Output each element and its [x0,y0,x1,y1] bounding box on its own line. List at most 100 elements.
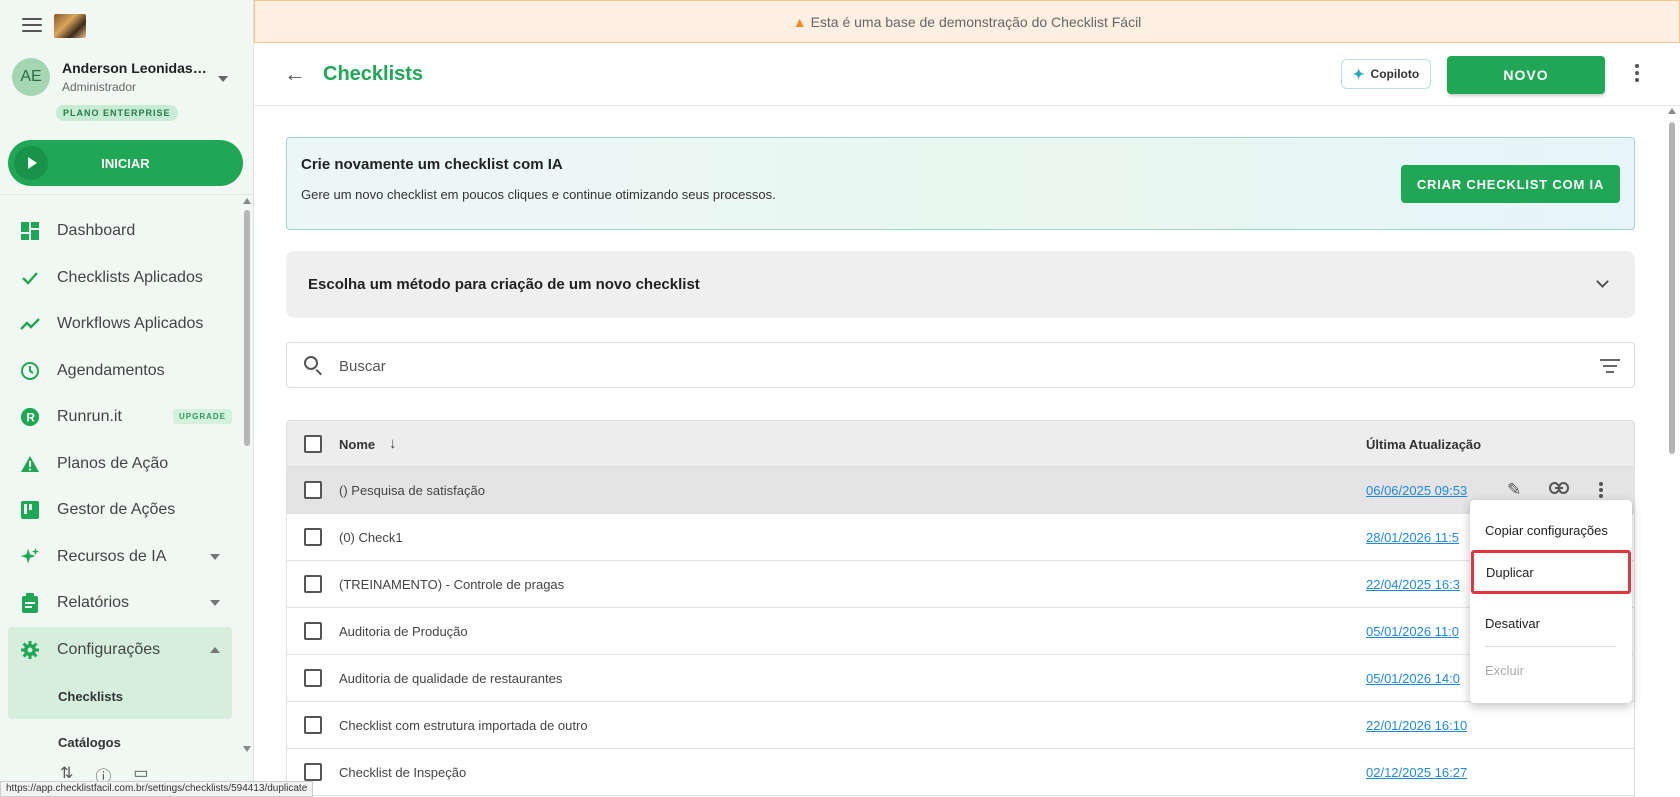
menu-item-deactivate[interactable]: Desativar [1470,601,1632,645]
sparkle-icon [20,547,40,567]
row-date-link[interactable]: 02/12/2025 16:27 [1366,765,1484,780]
link-icon[interactable] [1549,480,1569,500]
scrollbar-thumb[interactable] [244,210,250,446]
table-row[interactable]: Checklist com estrutura importada de out… [287,702,1634,749]
row-checkbox[interactable] [304,669,322,687]
copilot-label: Copiloto [1370,67,1420,81]
scroll-up-arrow[interactable] [243,198,251,204]
sidebar-item-runrun[interactable]: R Runrun.it UPGRADE [0,394,240,441]
main-scrollbar[interactable] [1667,108,1677,797]
column-header-date[interactable]: Última Atualização [1366,437,1481,452]
avatar[interactable]: AE [12,58,50,96]
sidebar-subitem-checklists[interactable]: Checklists [8,673,232,719]
warning-icon [20,454,40,474]
sidebar-item-planos-de-acao[interactable]: Planos de Ação [0,441,240,488]
table-row[interactable]: () Pesquisa de satisfação 06/06/2025 09:… [287,467,1634,514]
play-icon [14,146,48,180]
row-checkbox[interactable] [304,716,322,734]
column-header-name[interactable]: Nome [339,437,375,452]
row-date-link[interactable]: 28/01/2026 11:5 [1366,530,1484,545]
sidebar-item-configuracoes[interactable]: Configurações [8,626,232,673]
sidebar-header: AE Anderson Leonidas E... Administrador … [0,0,254,194]
menu-item-duplicate[interactable]: Duplicar [1471,550,1631,594]
table-row[interactable]: (TREINAMENTO) - Controle de pragas 22/04… [287,561,1634,608]
warning-icon: ▲ [792,13,807,30]
search-bar [286,342,1635,388]
menu-icon[interactable] [22,18,42,34]
page-title: Checklists [323,63,424,85]
sidebar-subitem-catalogos[interactable]: Catálogos [8,719,232,765]
row-checkbox[interactable] [304,763,322,781]
sidebar-item-label: Agendamentos [57,361,165,379]
sidebar-item-agendamentos[interactable]: Agendamentos [0,348,240,395]
svg-text:R: R [26,411,35,425]
chevron-down-icon[interactable] [218,76,228,82]
more-vert-icon[interactable] [1632,61,1642,85]
user-name[interactable]: Anderson Leonidas E... [62,60,208,76]
pencil-icon[interactable]: ✎ [1507,480,1521,500]
row-name: () Pesquisa de satisfação [339,483,485,498]
sidebar-item-gestor-de-acoes[interactable]: Gestor de Ações [0,487,240,534]
filter-icon[interactable] [1600,359,1620,377]
row-checkbox[interactable] [304,622,322,640]
scroll-up-arrow[interactable] [1668,108,1676,114]
start-button[interactable]: INICIAR [8,140,243,186]
menu-item-copy-settings[interactable]: Copiar configurações [1470,508,1632,552]
kanban-icon [20,500,40,520]
sidebar: AE Anderson Leonidas E... Administrador … [0,0,254,797]
row-date-link[interactable]: 22/01/2026 16:10 [1366,718,1484,733]
sort-down-icon[interactable]: ↓ [389,435,397,452]
row-name: (TREINAMENTO) - Controle de pragas [339,577,565,592]
row-checkbox[interactable] [304,528,322,546]
row-date-link[interactable]: 06/06/2025 09:53 [1366,483,1484,498]
clipboard-icon [20,593,40,613]
menu-item-delete: Excluir [1485,662,1525,678]
row-name: Auditoria de Produção [339,624,468,639]
demo-banner: ▲ Esta é uma base de demonstração do Che… [254,0,1680,43]
select-all-checkbox[interactable] [304,435,322,453]
sidebar-scrollbar[interactable] [243,198,251,752]
clock-icon [20,361,40,381]
row-date-link[interactable]: 05/01/2026 14:0 [1366,671,1484,686]
table-row[interactable]: (0) Check1 28/01/2026 11:5 [287,514,1634,561]
trending-icon [20,314,40,334]
scrollbar-thumb[interactable] [1669,122,1675,454]
scroll-down-arrow[interactable] [243,746,251,752]
row-date-link[interactable]: 05/01/2026 11:0 [1366,624,1484,639]
sidebar-item-dashboard[interactable]: Dashboard [0,208,240,255]
arrow-left-icon[interactable]: ← [284,61,306,87]
row-date-link[interactable]: 22/04/2025 16:3 [1366,577,1484,592]
browser-status-url: https://app.checklistfacil.com.br/settin… [0,781,314,797]
upgrade-badge[interactable]: UPGRADE [172,409,232,424]
row-name: Checklist com estrutura importada de out… [339,718,588,733]
creation-method-accordion[interactable]: Escolha um método para criação de um nov… [286,251,1635,318]
chevron-down-icon [210,600,220,606]
search-input[interactable] [339,355,1539,377]
table-row[interactable]: Checklist de Inspeção 02/12/2025 16:27 [287,749,1634,796]
row-name: Auditoria de qualidade de restaurantes [339,671,563,686]
plan-badge: PLANO ENTERPRISE [56,105,178,121]
row-checkbox[interactable] [304,481,322,499]
start-button-label: INICIAR [101,155,150,171]
ai-card-title: Crie novamente um checklist com IA [301,156,563,173]
row-checkbox[interactable] [304,575,322,593]
check-icon [20,268,40,288]
table-row[interactable]: Auditoria de Produção 05/01/2026 11:0 [287,608,1634,655]
create-ai-checklist-button[interactable]: CRIAR CHECKLIST COM IA [1401,165,1620,203]
user-role: Administrador [62,80,137,94]
table-row[interactable]: Auditoria de qualidade de restaurantes 0… [287,655,1634,702]
sidebar-item-label: Runrun.it [57,408,122,426]
new-button[interactable]: NOVO [1447,56,1605,94]
demo-banner-text: Esta é uma base de demonstração do Check… [810,13,1142,30]
row-name: Checklist de Inspeção [339,765,467,780]
sidebar-item-relatorios[interactable]: Relatórios [0,580,240,627]
ai-card-text: Gere um novo checklist em poucos cliques… [301,187,776,202]
sidebar-item-label: Gestor de Ações [57,501,176,519]
copilot-button[interactable]: ✦ Copiloto [1341,59,1431,89]
creation-method-label: Escolha um método para criação de um nov… [308,276,700,293]
sidebar-item-workflows-aplicados[interactable]: Workflows Aplicados [0,301,240,348]
sidebar-item-recursos-de-ia[interactable]: Recursos de IA [0,534,240,581]
row-context-menu: Copiar configurações Duplicar Desativar … [1470,500,1632,703]
more-vert-icon[interactable] [1596,480,1606,500]
sidebar-item-checklists-aplicados[interactable]: Checklists Aplicados [0,255,240,302]
